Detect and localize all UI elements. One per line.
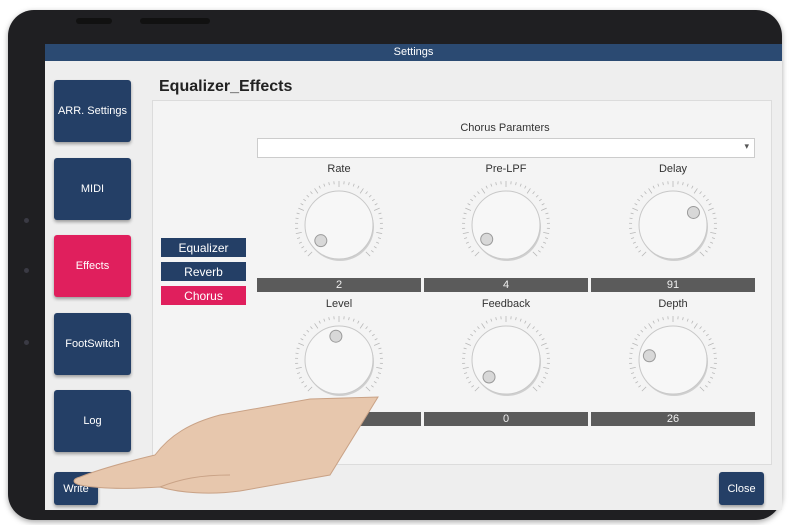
sensor-dot	[24, 218, 29, 223]
knob-indicator	[686, 205, 700, 219]
knob-label-rate: Rate	[327, 163, 351, 175]
camera-bump	[76, 18, 112, 24]
pointing-hand	[73, 396, 379, 494]
knob-label-pre-lpf: Pre-LPF	[485, 163, 527, 175]
rate-value: 2	[257, 278, 421, 292]
pre-lpf-value: 4	[424, 278, 588, 292]
knob-indicator	[314, 234, 328, 248]
camera-bump-2	[140, 18, 210, 24]
sensor-dot	[24, 340, 29, 345]
delay-knob[interactable]	[625, 177, 721, 273]
tab-equalizer[interactable]: Equalizer	[161, 238, 246, 257]
feedback-knob[interactable]	[458, 312, 554, 408]
knob-indicator	[329, 329, 343, 343]
depth-knob[interactable]	[625, 312, 721, 408]
sidebar-item-footswitch[interactable]: FootSwitch	[54, 313, 131, 375]
close-button[interactable]: Close	[719, 472, 764, 505]
chorus-type-dropdown[interactable]: ▾	[257, 138, 755, 158]
knob-label-feedback: Feedback	[481, 298, 531, 310]
sidebar-item-midi[interactable]: MIDI	[54, 158, 131, 220]
sensor-dot	[24, 268, 29, 273]
tab-reverb[interactable]: Reverb	[161, 262, 246, 281]
feedback-value: 0	[424, 412, 588, 426]
sidebar-item-effects[interactable]: Effects	[54, 235, 131, 297]
sidebar-item-arr-settings[interactable]: ARR. Settings	[54, 80, 131, 142]
knob-label-delay: Delay	[658, 163, 688, 175]
knob-indicator	[482, 370, 496, 384]
depth-value: 26	[591, 412, 755, 426]
level-knob[interactable]	[291, 312, 387, 408]
knob-label-depth: Depth	[658, 298, 688, 310]
dropdown-arrow-icon: ▾	[744, 141, 749, 151]
delay-value: 91	[591, 278, 755, 292]
knob-label-level: Level	[325, 298, 353, 310]
knob-indicator	[480, 232, 494, 246]
knob-indicator	[642, 349, 656, 363]
page-title: Equalizer_Effects	[159, 78, 293, 95]
window-title: Settings	[45, 44, 782, 61]
section-title: Chorus Paramters	[460, 122, 550, 134]
rate-knob[interactable]	[291, 177, 387, 273]
pre-lpf-knob[interactable]	[458, 177, 554, 273]
tab-chorus[interactable]: Chorus	[161, 286, 246, 305]
